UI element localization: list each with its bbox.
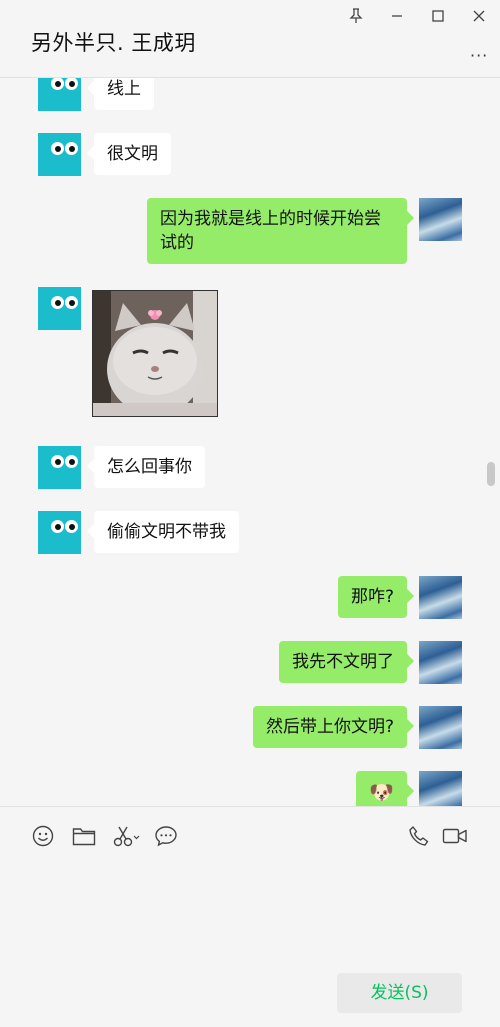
my-avatar[interactable] xyxy=(419,576,462,619)
chat-title: 另外半只. 王成玥 xyxy=(31,31,196,55)
close-icon[interactable] xyxy=(467,6,491,26)
my-avatar[interactable] xyxy=(419,641,462,684)
contact-avatar[interactable] xyxy=(38,133,81,176)
my-avatar[interactable] xyxy=(419,198,462,241)
video-icon[interactable] xyxy=(441,823,469,849)
scrollbar-thumb[interactable] xyxy=(487,462,495,486)
message-bubble[interactable]: 很文明 xyxy=(94,133,171,175)
my-avatar[interactable] xyxy=(419,706,462,749)
chat-bubble-icon[interactable] xyxy=(153,823,179,849)
message-bubble[interactable]: 我先不文明了 xyxy=(279,641,407,683)
message-list[interactable]: 线上 很文明 因为我就是线上的时候开始尝试的 怎么回事你 偷偷文明不带我 那咋?… xyxy=(0,78,500,806)
contact-avatar[interactable] xyxy=(38,287,81,330)
folder-icon[interactable] xyxy=(71,823,97,849)
message-bubble[interactable]: 然后带上你文明? xyxy=(252,706,407,748)
message-bubble[interactable]: 线上 xyxy=(94,78,154,110)
my-avatar[interactable] xyxy=(419,771,462,806)
chat-header: 另外半只. 王成玥 ··· xyxy=(0,0,500,78)
minimize-icon[interactable] xyxy=(385,6,409,26)
more-options-button[interactable]: ··· xyxy=(470,46,488,65)
phone-icon[interactable] xyxy=(406,823,432,849)
contact-avatar[interactable] xyxy=(38,511,81,554)
contact-avatar[interactable] xyxy=(38,78,81,111)
cat-sticker-image[interactable] xyxy=(92,290,218,417)
message-bubble[interactable]: 偷偷文明不带我 xyxy=(94,511,239,553)
input-panel: 发送(S) xyxy=(0,806,500,1027)
pin-icon[interactable] xyxy=(344,6,368,26)
message-bubble[interactable]: 怎么回事你 xyxy=(94,446,205,488)
scissors-icon[interactable] xyxy=(112,823,142,849)
message-bubble[interactable]: 那咋? xyxy=(337,576,407,618)
emoji-icon[interactable] xyxy=(30,823,56,849)
send-button[interactable]: 发送(S) xyxy=(337,973,462,1013)
emoji-message[interactable]: 🐶 xyxy=(356,771,407,806)
maximize-icon[interactable] xyxy=(426,6,450,26)
contact-avatar[interactable] xyxy=(38,446,81,489)
message-bubble[interactable]: 因为我就是线上的时候开始尝试的 xyxy=(147,198,407,264)
